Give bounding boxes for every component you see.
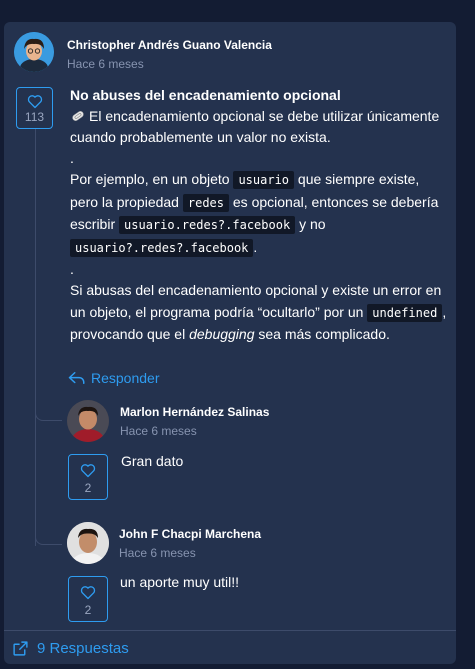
like-button[interactable]: 113 — [16, 87, 53, 129]
avatar[interactable] — [67, 400, 109, 442]
heart-icon — [80, 464, 96, 478]
like-button[interactable]: 2 — [68, 576, 108, 622]
inline-code: usuario.redes?.facebook — [119, 216, 296, 234]
comment-time: Hace 6 meses — [67, 57, 144, 71]
reply-time: Hace 6 meses — [119, 546, 196, 560]
reply-time: Hace 6 meses — [120, 424, 197, 438]
comment-author[interactable]: Christopher Andrés Guano Valencia — [67, 38, 272, 52]
avatar[interactable] — [67, 522, 109, 564]
avatar-image — [14, 32, 54, 72]
inline-code: redes — [182, 193, 229, 212]
replies-footer: 9 Respuestas — [4, 630, 456, 664]
like-button[interactable]: 2 — [68, 454, 108, 500]
inline-code: undefined — [367, 303, 443, 322]
separator-dot: . — [70, 150, 74, 166]
thread-connector — [35, 400, 62, 421]
paragraph-text: y no — [299, 216, 326, 232]
like-count: 113 — [24, 110, 45, 124]
reply-text: un aporte muy util!! — [120, 574, 240, 590]
reply-button[interactable]: Responder — [68, 370, 160, 386]
avatar-image — [67, 522, 109, 564]
comment-card: Christopher Andrés Guano Valencia Hace 6… — [4, 22, 456, 664]
paragraph-text: El encadenamiento opcional se debe utili… — [70, 108, 440, 145]
like-count: 2 — [84, 603, 92, 617]
paragraph-text: sea más complicado. — [258, 326, 390, 342]
like-count: 2 — [84, 481, 92, 495]
scrollbar[interactable] — [461, 0, 475, 669]
reply-author[interactable]: Marlon Hernández Salinas — [120, 405, 269, 419]
avatar-image — [67, 400, 109, 442]
paragraph-text: . — [253, 238, 258, 255]
reply-icon — [68, 372, 85, 384]
thread-line — [35, 129, 36, 546]
replies-count-label: 9 Respuestas — [37, 639, 129, 657]
thread-connector — [35, 522, 62, 545]
avatar[interactable] — [14, 32, 54, 72]
paragraph-text: Por ejemplo, en un objeto — [70, 171, 230, 187]
reply-text: Gran dato — [121, 453, 184, 469]
heart-icon — [27, 95, 42, 109]
external-link-icon — [13, 640, 28, 656]
view-replies-link[interactable]: 9 Respuestas — [12, 640, 129, 657]
inline-code: usuario?.redes?.facebook — [70, 238, 254, 257]
reply-author[interactable]: John F Chacpi Marchena — [119, 527, 261, 541]
heart-icon — [80, 586, 96, 600]
separator-dot: . — [70, 261, 74, 277]
paperclip-icon — [72, 111, 84, 121]
comment-body: No abuses del encadenamiento opcional El… — [70, 85, 450, 346]
comment-title: No abuses del encadenamiento opcional — [70, 87, 341, 103]
inline-code: usuario — [233, 171, 295, 189]
reply-label: Responder — [91, 370, 160, 386]
emphasis-text: debugging — [189, 326, 255, 342]
